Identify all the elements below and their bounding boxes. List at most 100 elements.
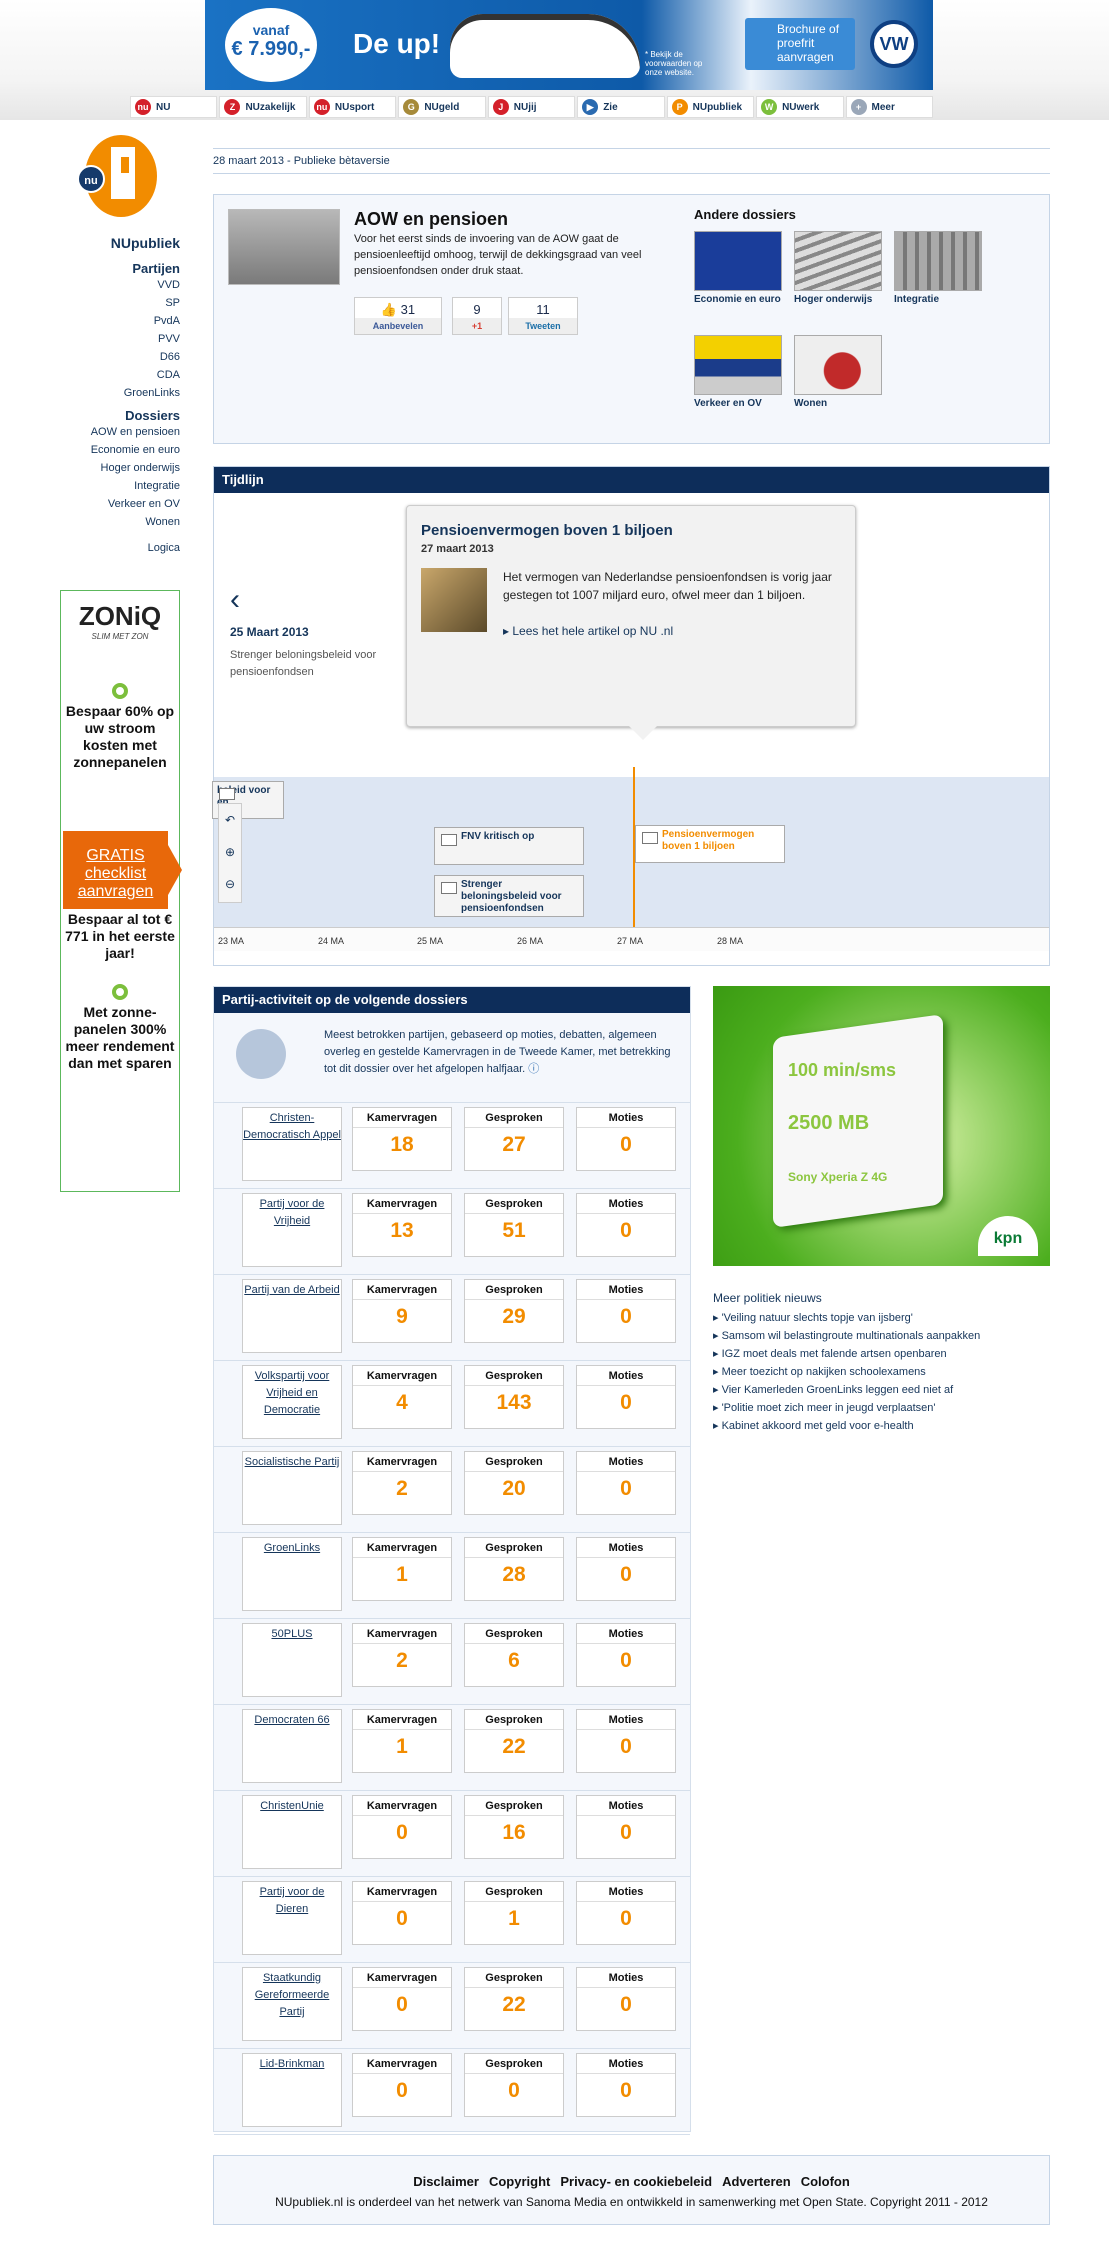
stat-label: Moties [577, 2054, 675, 2074]
partij-name-link[interactable]: Partij van de Arbeid [242, 1279, 342, 1353]
news-item-link[interactable]: ▸ Vier Kamerleden GroenLinks leggen eed … [713, 1381, 1050, 1399]
news-item-link[interactable]: ▸ Kabinet akkoord met geld voor e-health [713, 1417, 1050, 1435]
stat-value: 0 [620, 1821, 632, 1844]
partij-row: Partij voor de Vrijheid Kamervragen 13 Gesp… [214, 1189, 690, 1275]
nav-tab-label: NUzakelijk [245, 101, 296, 113]
partij-stat-cell: Kamervragen 2 [352, 1623, 452, 1687]
footer-link[interactable]: Colofon [801, 2174, 850, 2189]
partij-stat-cell: Moties 0 [576, 1537, 676, 1601]
sidebar-dossier-link[interactable]: Verkeer en OV [60, 495, 180, 513]
partij-name-link[interactable]: Democraten 66 [242, 1709, 342, 1783]
partij-name-link[interactable]: Christen-Democratisch Appel [242, 1107, 342, 1181]
sidebar-partij-link[interactable]: D66 [60, 348, 180, 366]
partij-name-link[interactable]: Partij voor de Vrijheid [242, 1193, 342, 1267]
dossier-thumbnail [228, 209, 340, 285]
footer-link[interactable]: Adverteren [722, 2174, 791, 2189]
footer-link[interactable]: Disclaimer [413, 2174, 479, 2189]
ad-cta-button[interactable]: Brochure of proefrit aanvragen [745, 18, 855, 70]
chevron-left-icon[interactable]: ‹ [230, 583, 240, 617]
sidebar-logica-link[interactable]: Logica [60, 539, 180, 557]
stat-value: 0 [620, 1907, 632, 1930]
prev-event-text[interactable]: Strenger beloningsbeleid voor pensioenfo… [230, 647, 380, 681]
dossier-title: AOW en pensioen [354, 209, 509, 229]
back-icon[interactable]: ↶ [219, 804, 241, 836]
partij-name-link[interactable]: Partij voor de Dieren [242, 1881, 342, 1955]
timeline-event[interactable]: Strenger beloningsbeleid voor pensioenfo… [434, 875, 584, 917]
sidebar-dossier-link[interactable]: Economie en euro [60, 441, 180, 459]
partij-name-link[interactable]: GroenLinks [242, 1537, 342, 1611]
news-item-link[interactable]: ▸ Meer toezicht op nakijken schoolexamen… [713, 1363, 1050, 1381]
zoom-out-icon[interactable]: ⊖ [219, 868, 241, 900]
tweet-button[interactable]: 11 Tweeten [508, 297, 578, 335]
nav-tab[interactable]: + Meer [845, 96, 933, 118]
stat-label: Gesproken [465, 1194, 563, 1214]
read-more-link[interactable]: ▸ Lees het hele artikel op NU .nl [503, 624, 673, 638]
zoniq-text-3: Met zonne-panelen 300% meer rendement da… [65, 1004, 175, 1071]
partij-stat-cell: Gesproken 1 [464, 1881, 564, 1945]
nav-tab[interactable]: J NUjij [487, 96, 576, 118]
sidebar-partij-link[interactable]: GroenLinks [60, 384, 180, 402]
partij-name-link[interactable]: Staatkundig Gereformeerde Partij [242, 1967, 342, 2041]
other-dossier-item[interactable]: Verkeer en OV [694, 335, 782, 409]
main-content: 28 maart 2013 - Publieke bètaversie AOW … [212, 148, 1050, 2225]
sidebar-dossier-link[interactable]: Integratie [60, 477, 180, 495]
gplus-label: +1 [453, 318, 501, 334]
partij-name-link[interactable]: 50PLUS [242, 1623, 342, 1697]
nupubliek-logo[interactable]: nu [77, 135, 157, 217]
other-dossier-item[interactable]: Economie en euro [694, 231, 782, 305]
sidebar-partij-link[interactable]: VVD [60, 276, 180, 294]
partij-stat-cell: Moties 0 [576, 1451, 676, 1515]
other-dossier-item[interactable]: Integratie [894, 231, 982, 305]
other-dossier-item[interactable]: Wonen [794, 335, 882, 409]
sidebar-dossier-link[interactable]: Wonen [60, 513, 180, 531]
facebook-like-label: Aanbevelen [355, 318, 441, 334]
info-icon[interactable]: ⓘ [528, 1063, 539, 1075]
site-name[interactable]: NUpubliek [60, 235, 180, 251]
nav-tab[interactable]: nu NU [130, 96, 218, 118]
nav-tab[interactable]: P NUpubliek [666, 96, 755, 118]
partij-stat-cell: Gesproken 20 [464, 1451, 564, 1515]
prev-event-date[interactable]: 25 Maart 2013 [230, 625, 309, 639]
sidebar-dossier-link[interactable]: AOW en pensioen [60, 423, 180, 441]
other-dossier-label: Wonen [794, 398, 828, 409]
facebook-like-button[interactable]: 👍 31 Aanbevelen [354, 297, 442, 335]
zoniq-ad[interactable]: ZONiQ SLIM MET ZON Bespaar 60% op uw str… [60, 590, 182, 1192]
nav-tab[interactable]: Z NUzakelijk [219, 96, 307, 118]
timeline-event-active[interactable]: Pensioenvermogen boven 1 biljoen [635, 825, 785, 863]
sidebar-partij-link[interactable]: CDA [60, 366, 180, 384]
popup-title[interactable]: Pensioenvermogen boven 1 biljoen [407, 506, 855, 539]
nav-tab[interactable]: G NUgeld [398, 96, 486, 118]
popup-image [421, 568, 487, 632]
partij-name-link[interactable]: Volkspartij voor Vrijheid en Democratie [242, 1365, 342, 1439]
news-item-label: 'Politie moet zich meer in jeugd verplaa… [721, 1402, 936, 1414]
other-dossier-item[interactable]: Hoger onderwijs [794, 231, 882, 305]
vw-banner-ad[interactable]: vanaf € 7.990,- De up! * Bekijk de voorw… [205, 0, 933, 90]
partij-name-link[interactable]: Lid-Brinkman [242, 2053, 342, 2127]
nav-tab[interactable]: W NUwerk [756, 96, 844, 118]
nav-tab[interactable]: nu NUsport [308, 96, 397, 118]
zoom-in-icon[interactable]: ⊕ [219, 836, 241, 868]
news-item-link[interactable]: ▸ IGZ moet deals met falende artsen open… [713, 1345, 1050, 1363]
nav-tab-icon: nu [135, 99, 151, 115]
stat-value: 4 [396, 1391, 408, 1414]
news-item-link[interactable]: ▸ 'Veiling natuur slechts topje van ijsb… [713, 1309, 1050, 1327]
timeline-track[interactable]: beleid voor en FNV kritisch op Strenger … [212, 777, 1049, 927]
partij-activity-panel: Partij-activiteit op de volgende dossier… [213, 986, 691, 2135]
kpn-ad[interactable]: 100 min/sms 2500 MB Sony Xperia Z 4G kpn [713, 986, 1050, 1266]
partij-stat-cell: Kamervragen 1 [352, 1709, 452, 1773]
footer-link[interactable]: Privacy- en cookiebeleid [560, 2174, 712, 2189]
news-item-link[interactable]: ▸ 'Politie moet zich meer in jeugd verpl… [713, 1399, 1050, 1417]
zoniq-checklist-button[interactable]: GRATIS checklist aanvragen [63, 831, 182, 909]
news-item-link[interactable]: ▸ Samsom wil belastingroute multinationa… [713, 1327, 1050, 1345]
timeline-event[interactable]: FNV kritisch op [434, 827, 584, 865]
gplus-button[interactable]: 9 +1 [452, 297, 502, 335]
partij-name-link[interactable]: ChristenUnie [242, 1795, 342, 1869]
sidebar-partij-link[interactable]: SP [60, 294, 180, 312]
footer-link[interactable]: Copyright [489, 2174, 550, 2189]
event-label: Pensioenvermogen boven 1 biljoen [662, 829, 755, 852]
sidebar-dossier-link[interactable]: Hoger onderwijs [60, 459, 180, 477]
sidebar-partij-link[interactable]: PVV [60, 330, 180, 348]
nav-tab[interactable]: ▶ Zie [577, 96, 665, 118]
sidebar-partij-link[interactable]: PvdA [60, 312, 180, 330]
partij-name-link[interactable]: Socialistische Partij [242, 1451, 342, 1525]
